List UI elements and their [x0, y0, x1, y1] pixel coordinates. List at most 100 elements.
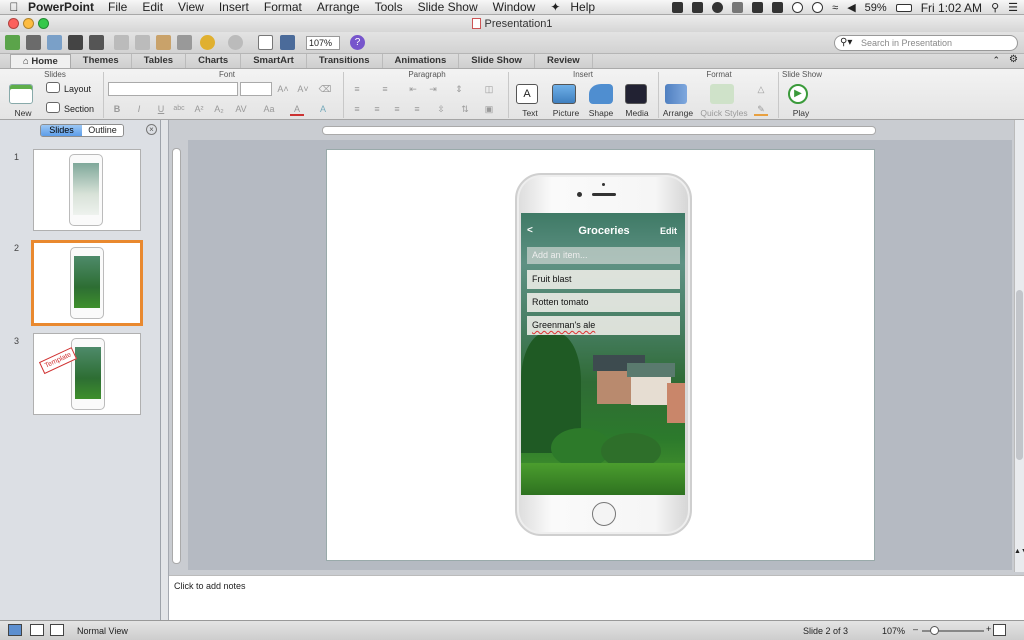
slide-layout-icon[interactable]: [258, 35, 273, 50]
picture-icon[interactable]: [552, 84, 576, 104]
play-icon[interactable]: ▶: [788, 84, 808, 104]
align-text-icon[interactable]: ⇅: [458, 102, 472, 116]
menu-arrange[interactable]: Arrange: [317, 0, 360, 14]
shape-icon[interactable]: [589, 84, 613, 104]
print-icon[interactable]: [89, 35, 104, 50]
collapse-ribbon-icon[interactable]: ⌃: [992, 55, 1000, 66]
bullets-icon[interactable]: ≡: [350, 82, 364, 96]
arrange-button[interactable]: Arrange: [660, 108, 696, 118]
script-icon[interactable]: ✦: [550, 0, 560, 14]
menu-insert[interactable]: Insert: [219, 0, 249, 14]
tab-tables[interactable]: Tables: [132, 54, 187, 68]
line-spacing-icon[interactable]: ⇕: [452, 82, 466, 96]
menu-file[interactable]: File: [108, 0, 127, 14]
tray-box-icon[interactable]: [732, 2, 744, 13]
text-direction-icon[interactable]: ⇳: [434, 102, 448, 116]
back-button[interactable]: <: [527, 225, 533, 236]
font-color-icon[interactable]: A: [290, 102, 304, 116]
volume-icon[interactable]: ◀: [847, 1, 855, 14]
menu-edit[interactable]: Edit: [142, 0, 163, 14]
shape-fill-icon[interactable]: △: [754, 82, 768, 96]
char-spacing-icon[interactable]: AV: [234, 102, 248, 116]
battery-icon[interactable]: [895, 3, 912, 12]
section-button[interactable]: Section: [64, 104, 94, 114]
zoom-in-icon[interactable]: +: [986, 624, 991, 634]
tray-puzzle-icon[interactable]: [772, 2, 784, 13]
close-window-icon[interactable]: [8, 18, 19, 29]
strikethrough-icon[interactable]: abc: [172, 102, 186, 116]
search-icon[interactable]: ⚲▾: [840, 37, 852, 48]
text-button[interactable]: Text: [516, 108, 544, 118]
undo-icon[interactable]: [200, 35, 215, 50]
pane-splitter[interactable]: [161, 120, 169, 620]
layout-button[interactable]: Layout: [64, 84, 91, 94]
minimize-window-icon[interactable]: [23, 18, 34, 29]
picture-button[interactable]: Picture: [550, 108, 582, 118]
tab-charts[interactable]: Charts: [186, 54, 242, 68]
zoom-slider-thumb[interactable]: [930, 626, 939, 635]
slide-show-view-icon[interactable]: [50, 624, 64, 636]
tab-transitions[interactable]: Transitions: [307, 54, 383, 68]
list-item[interactable]: Fruit blast: [527, 270, 680, 289]
tray-sync-icon[interactable]: [752, 2, 764, 13]
align-right-icon[interactable]: ≡: [390, 102, 404, 116]
change-case-icon[interactable]: Aa: [262, 102, 276, 116]
subscript-icon[interactable]: A₂: [212, 102, 226, 116]
menu-format[interactable]: Format: [264, 0, 302, 14]
fit-window-icon[interactable]: [993, 624, 1006, 636]
tab-smartart[interactable]: SmartArt: [241, 54, 307, 68]
close-pane-icon[interactable]: ×: [146, 124, 157, 135]
tray-app-icon[interactable]: [672, 2, 684, 13]
search-input[interactable]: Search in Presentation: [834, 35, 1018, 51]
slides-tab[interactable]: Slides: [41, 125, 82, 136]
menu-app-name[interactable]: PowerPoint: [28, 0, 94, 14]
slide-thumbnail-2[interactable]: [31, 240, 143, 326]
canvas-scrollbar[interactable]: [1014, 120, 1024, 572]
open-icon[interactable]: [47, 35, 62, 50]
new-slide-icon[interactable]: [9, 84, 33, 104]
underline-icon[interactable]: U: [154, 102, 168, 116]
templates-icon[interactable]: [26, 35, 41, 50]
notification-center-icon[interactable]: ☰: [1008, 1, 1018, 14]
tab-slide-show[interactable]: Slide Show: [459, 54, 535, 68]
save-icon[interactable]: [68, 35, 83, 50]
help-icon[interactable]: ?: [350, 35, 365, 50]
increase-indent-icon[interactable]: ⇥: [426, 82, 440, 96]
zoom-select[interactable]: 107%: [306, 36, 340, 50]
list-item[interactable]: Greenman's ale: [527, 316, 680, 335]
shape-button[interactable]: Shape: [586, 108, 616, 118]
prev-next-slide-icon[interactable]: ▲▼: [1014, 548, 1024, 555]
menu-tools[interactable]: Tools: [375, 0, 403, 14]
zoom-out-icon[interactable]: –: [913, 624, 918, 634]
clock[interactable]: Fri 1:02 AM: [921, 1, 982, 15]
decrease-indent-icon[interactable]: ⇤: [406, 82, 420, 96]
quick-styles-icon[interactable]: [710, 84, 734, 104]
edit-button[interactable]: Edit: [660, 226, 677, 236]
ribbon-settings-icon[interactable]: ⚙: [1009, 54, 1018, 65]
slide-sorter-icon[interactable]: [30, 624, 44, 636]
shrink-font-icon[interactable]: A˅: [296, 82, 310, 96]
grow-font-icon[interactable]: A˄: [276, 82, 290, 96]
align-center-icon[interactable]: ≡: [370, 102, 384, 116]
cut-icon[interactable]: [114, 35, 129, 50]
menu-view[interactable]: View: [178, 0, 204, 14]
apple-icon[interactable]: : [0, 0, 28, 14]
outline-tab[interactable]: Outline: [82, 125, 123, 136]
spotlight-icon[interactable]: ⚲: [991, 1, 999, 14]
tab-themes[interactable]: Themes: [71, 54, 132, 68]
wifi-icon[interactable]: ≈: [832, 2, 838, 14]
copy-icon[interactable]: [135, 35, 150, 50]
font-name-field[interactable]: [108, 82, 238, 96]
media-button[interactable]: Media: [622, 108, 652, 118]
bold-icon[interactable]: B: [110, 102, 124, 116]
justify-icon[interactable]: ≡: [410, 102, 424, 116]
media-icon[interactable]: [625, 84, 647, 104]
arrange-icon[interactable]: [665, 84, 687, 104]
gallery-icon[interactable]: [280, 35, 295, 50]
align-left-icon[interactable]: ≡: [350, 102, 364, 116]
layout-icon[interactable]: [46, 82, 60, 93]
font-size-field[interactable]: [240, 82, 272, 96]
menu-help[interactable]: Help: [570, 0, 595, 14]
italic-icon[interactable]: I: [132, 102, 146, 116]
format-painter-icon[interactable]: [177, 35, 192, 50]
